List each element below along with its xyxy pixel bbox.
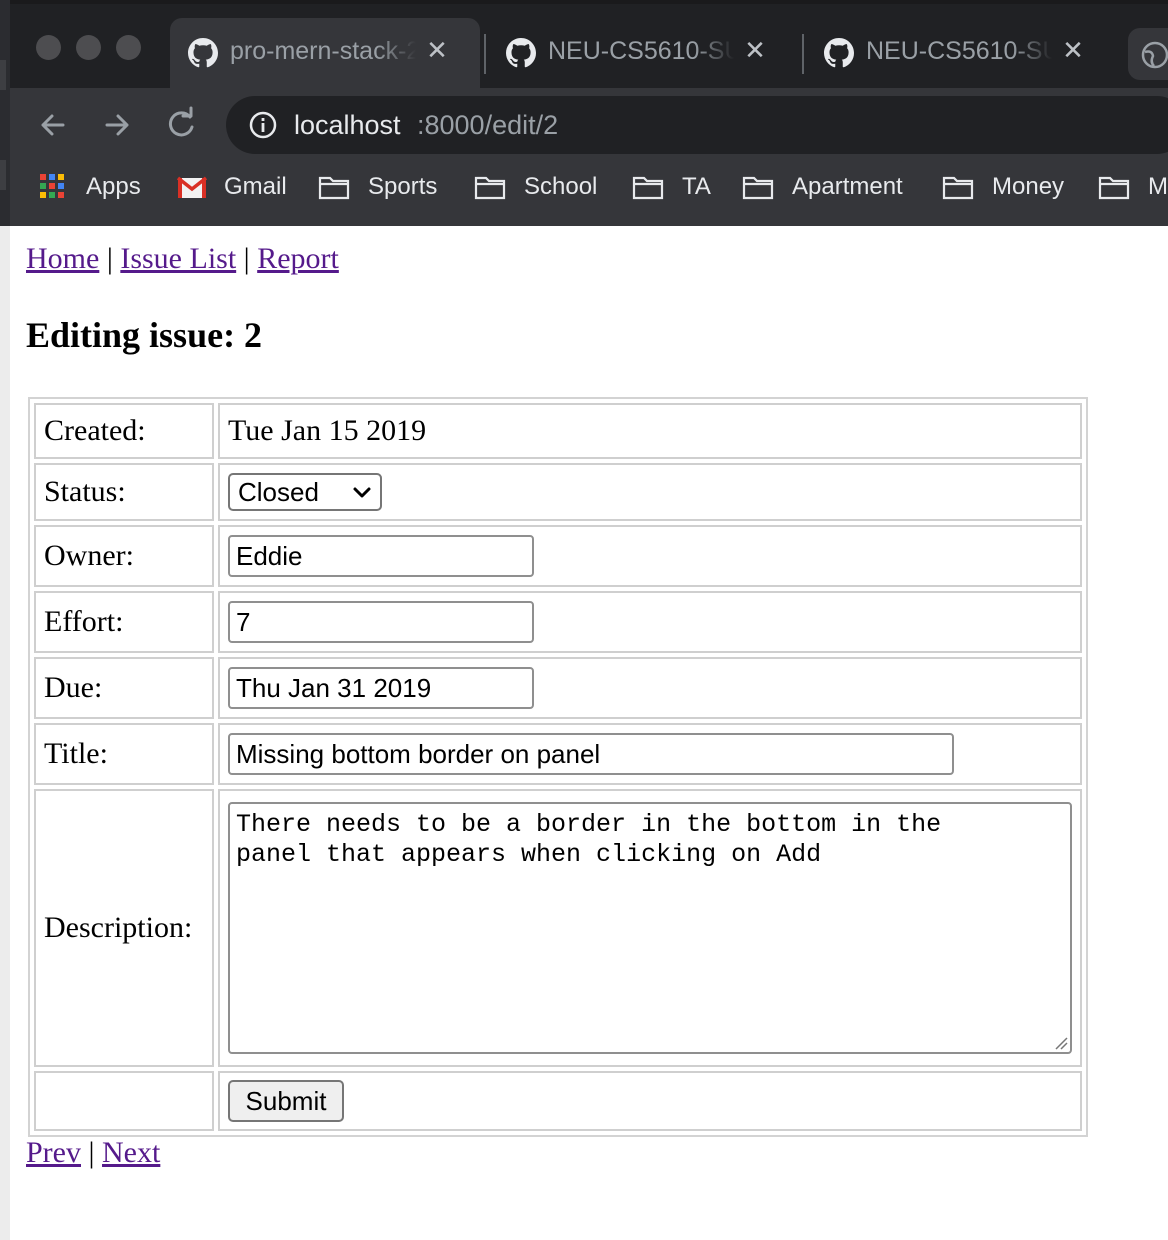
folder-icon	[474, 176, 506, 200]
form-row-submit: Submit	[34, 1071, 1082, 1131]
browser-tab-active[interactable]: pro-mern-stack-2 ✕	[170, 18, 480, 88]
nav-separator: |	[106, 242, 113, 275]
owner-cell	[218, 525, 1082, 587]
address-bar[interactable]: localhost :8000/edit/2	[226, 96, 1168, 154]
bookmark-label: Apps	[86, 173, 141, 200]
folder-icon	[1098, 176, 1130, 200]
effort-input[interactable]	[228, 601, 534, 643]
url-path: :8000/edit/2	[417, 110, 559, 140]
description-text: There needs to be a border in the bottom…	[236, 810, 942, 869]
github-icon	[188, 38, 218, 68]
effort-cell	[218, 591, 1082, 653]
top-nav: Home | Issue List | Report	[26, 242, 339, 276]
window-minimize-control[interactable]	[76, 35, 101, 60]
description-cell: There needs to be a border in the bottom…	[218, 789, 1082, 1067]
gmail-icon	[176, 176, 208, 198]
submit-button[interactable]: Submit	[228, 1080, 344, 1122]
due-input[interactable]	[228, 667, 534, 709]
bookmark-label: M	[1148, 173, 1168, 200]
desktop-window-edge	[0, 160, 6, 190]
reload-icon[interactable]	[158, 102, 204, 148]
description-textarea[interactable]: There needs to be a border in the bottom…	[228, 802, 1072, 1054]
nav-home-link[interactable]: Home	[26, 242, 99, 275]
folder-icon	[632, 176, 664, 200]
pager: Prev | Next	[26, 1136, 160, 1170]
page-content: Home | Issue List | Report Editing issue…	[10, 226, 1168, 1240]
desktop-edge	[0, 0, 10, 226]
tab-title: NEU-CS5610-SU19	[548, 37, 734, 66]
browser-tab-partial[interactable]	[1128, 28, 1168, 80]
status-label: Status:	[34, 463, 214, 521]
globe-icon	[1141, 41, 1168, 69]
nav-separator: |	[243, 242, 250, 275]
bookmark-label: Sports	[368, 173, 438, 200]
owner-input[interactable]	[228, 535, 534, 577]
bookmark-label: Gmail	[224, 173, 287, 200]
nav-issue-list-link[interactable]: Issue List	[120, 242, 236, 275]
effort-label: Effort:	[34, 591, 214, 653]
page-title: Editing issue: 2	[26, 315, 263, 355]
nav-report-link[interactable]: Report	[257, 242, 339, 275]
due-label: Due:	[34, 657, 214, 719]
tab-strip: pro-mern-stack-2 ✕ NEU-CS5610-SU19 ✕ NEU…	[10, 0, 1168, 96]
desktop-window-edge	[0, 60, 6, 90]
next-link[interactable]: Next	[102, 1136, 160, 1169]
created-value: Tue Jan 15 2019	[218, 403, 1082, 459]
resize-handle-icon[interactable]	[1052, 1034, 1068, 1050]
window-close-control[interactable]	[36, 35, 61, 60]
browser-tab[interactable]: NEU-CS5610-SU19 ✕	[488, 18, 798, 88]
bookmark-label: Apartment	[792, 173, 903, 200]
form-row-status: Status: Closed	[34, 463, 1082, 521]
browser-toolbar: localhost :8000/edit/2	[10, 88, 1168, 160]
desktop-edge-lower	[0, 226, 10, 1240]
tab-title: NEU-CS5610-SU19	[866, 37, 1052, 66]
folder-icon	[318, 176, 350, 200]
folder-icon	[742, 176, 774, 200]
form-row-effort: Effort:	[34, 591, 1082, 653]
due-cell	[218, 657, 1082, 719]
pager-separator: |	[88, 1136, 95, 1169]
status-selected-value: Closed	[238, 476, 319, 507]
back-arrow-icon[interactable]	[30, 102, 76, 148]
tab-title: pro-mern-stack-2	[230, 37, 416, 66]
description-label: Description:	[34, 789, 214, 1067]
form-row-description: Description: There needs to be a border …	[34, 789, 1082, 1067]
prev-link[interactable]: Prev	[26, 1136, 81, 1169]
bookmark-label: Money	[992, 173, 1065, 200]
github-icon	[506, 38, 536, 68]
issue-edit-form: Created: Tue Jan 15 2019 Status: Closed …	[28, 397, 1088, 1137]
forward-arrow-icon[interactable]	[94, 102, 140, 148]
window-zoom-control[interactable]	[116, 35, 141, 60]
folder-icon	[942, 176, 974, 200]
apps-grid-icon	[40, 174, 64, 198]
title-input[interactable]	[228, 733, 954, 775]
empty-label-cell	[34, 1071, 214, 1131]
form-row-due: Due:	[34, 657, 1082, 719]
form-row-title: Title:	[34, 723, 1082, 785]
tab-separator	[484, 34, 486, 74]
browser-window: pro-mern-stack-2 ✕ NEU-CS5610-SU19 ✕ NEU…	[10, 0, 1168, 227]
bookmarks-bar: Apps Gmail Sports School TA Apartment Mo…	[10, 160, 1168, 227]
tab-separator	[802, 34, 804, 74]
github-icon	[824, 38, 854, 68]
form-row-created: Created: Tue Jan 15 2019	[34, 403, 1082, 459]
created-label: Created:	[34, 403, 214, 459]
url-host: localhost	[294, 110, 401, 140]
form-row-owner: Owner:	[34, 525, 1082, 587]
bookmark-label: TA	[682, 173, 711, 200]
status-select[interactable]: Closed	[228, 473, 382, 511]
tab-close-icon[interactable]: ✕	[740, 36, 770, 66]
submit-cell: Submit	[218, 1071, 1082, 1131]
title-cell	[218, 723, 1082, 785]
tab-close-icon[interactable]: ✕	[1058, 36, 1088, 66]
owner-label: Owner:	[34, 525, 214, 587]
title-label: Title:	[34, 723, 214, 785]
site-info-icon[interactable]	[248, 110, 278, 140]
bookmark-label: School	[524, 173, 598, 200]
tab-close-icon[interactable]: ✕	[422, 36, 452, 66]
browser-tab[interactable]: NEU-CS5610-SU19 ✕	[806, 18, 1116, 88]
status-cell: Closed	[218, 463, 1082, 521]
chevron-down-icon	[353, 487, 371, 498]
